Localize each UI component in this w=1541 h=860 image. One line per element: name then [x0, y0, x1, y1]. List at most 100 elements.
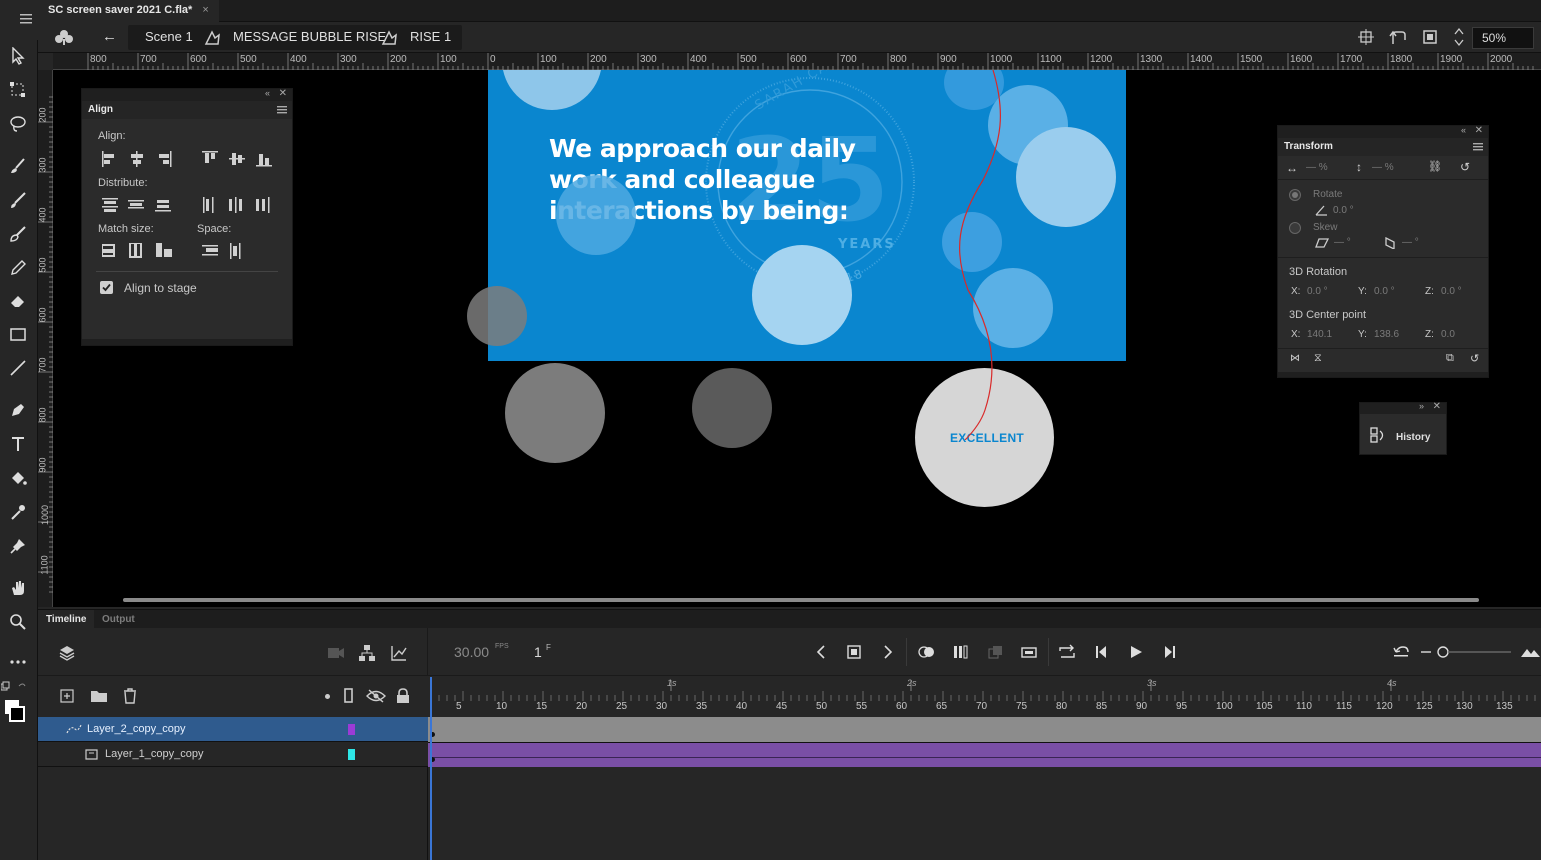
selection-tool[interactable]	[3, 42, 33, 70]
scene-switch-icon[interactable]	[54, 28, 74, 46]
breadcrumb-scene[interactable]: Scene 1	[145, 22, 193, 52]
frame-grid[interactable]	[428, 717, 1541, 860]
layer-row-selected[interactable]: Layer_2_copy_copy	[38, 717, 428, 742]
hand-tool[interactable]	[3, 574, 33, 602]
more-tools-button[interactable]	[3, 648, 33, 676]
align-to-stage-checkbox[interactable]	[100, 281, 113, 294]
pen-tool[interactable]	[3, 396, 33, 424]
step-back-icon[interactable]	[1094, 644, 1110, 660]
skew-h-value[interactable]: — °	[1334, 237, 1351, 248]
new-folder-icon[interactable]	[90, 689, 108, 703]
onion-skin-icon[interactable]	[917, 644, 937, 660]
duplicate-transform-icon[interactable]: ⧉	[1446, 352, 1454, 365]
pin-tool[interactable]	[3, 532, 33, 560]
fps-value[interactable]: 30.00	[454, 644, 489, 660]
layer-name[interactable]: Layer_2_copy_copy	[87, 717, 185, 741]
constrain-link-icon[interactable]: ⛓	[1428, 160, 1442, 173]
width-percent[interactable]: — %	[1306, 162, 1328, 173]
brush-tool[interactable]	[3, 152, 33, 180]
lasso-tool[interactable]	[3, 110, 33, 138]
layer-color-swatch[interactable]	[348, 749, 355, 760]
cp-z-value[interactable]: 0.0	[1441, 329, 1455, 340]
visibility-icon[interactable]	[366, 689, 386, 703]
match-space-buttons[interactable]	[102, 243, 262, 259]
skew-v-value[interactable]: — °	[1402, 237, 1419, 248]
layers-stack-icon[interactable]	[58, 644, 76, 662]
prev-keyframe-icon[interactable]	[814, 644, 828, 660]
classic-brush-tool[interactable]	[3, 186, 33, 214]
workspace-menu[interactable]	[0, 0, 38, 40]
frame-zoom-slider[interactable]	[1421, 645, 1521, 659]
back-button[interactable]: ←	[102, 22, 120, 52]
edit-multiple-frames-icon[interactable]	[987, 644, 1005, 660]
close-tab-icon[interactable]: ×	[202, 4, 208, 16]
reset-icon[interactable]: ↺	[1460, 160, 1470, 174]
zoom-tool[interactable]	[3, 608, 33, 636]
line-tool[interactable]	[3, 354, 33, 382]
graph-icon[interactable]	[390, 644, 408, 662]
snap-to-stage-icon[interactable]	[1358, 29, 1374, 45]
paint-bucket-tool[interactable]	[3, 464, 33, 492]
playhead[interactable]	[430, 677, 432, 860]
zoom-stepper-icon[interactable]	[1453, 25, 1465, 49]
panel-grip[interactable]: « ✕	[1278, 125, 1488, 138]
history-title[interactable]: History	[1396, 432, 1430, 443]
eyedropper-tool[interactable]	[3, 498, 33, 526]
stroke-fill-swatch-icon[interactable]	[1, 680, 35, 736]
panel-menu-icon[interactable]	[277, 106, 287, 114]
rot-x-value[interactable]: 0.0 °	[1307, 286, 1328, 297]
onion-skin-outline-icon[interactable]	[952, 644, 970, 660]
horizontal-scrollbar[interactable]	[123, 598, 1479, 602]
insert-keyframe-icon[interactable]	[846, 644, 862, 660]
zoom-field[interactable]: 50%	[1472, 27, 1534, 49]
panel-resize-grip[interactable]	[1278, 372, 1488, 377]
tab-timeline[interactable]: Timeline	[38, 610, 95, 629]
cp-x-value[interactable]: 140.1	[1307, 329, 1332, 340]
eraser-tool[interactable]	[3, 286, 33, 314]
rot-z-value[interactable]: 0.0 °	[1441, 286, 1462, 297]
frame-span-icon[interactable]	[1020, 644, 1038, 660]
breadcrumb-symbol-1[interactable]: MESSAGE BUBBLE RISE	[233, 22, 386, 52]
new-layer-icon[interactable]	[60, 689, 74, 703]
close-icon[interactable]: ✕	[279, 88, 287, 99]
fit-view-icon[interactable]	[1520, 646, 1541, 658]
rotate-stage-icon[interactable]	[1388, 28, 1408, 46]
layer-color-swatch[interactable]	[348, 724, 355, 735]
align-buttons[interactable]	[102, 151, 282, 167]
expand-icon[interactable]: »	[1419, 401, 1424, 411]
document-tab[interactable]: SC screen saver 2021 C.fla* ×	[38, 0, 219, 22]
layer-row[interactable]: Layer_1_copy_copy	[38, 742, 428, 767]
outline-toggle-icon[interactable]	[344, 688, 354, 704]
rotate-radio[interactable]	[1289, 189, 1301, 201]
play-icon[interactable]	[1128, 644, 1144, 660]
fluid-brush-tool[interactable]	[3, 220, 33, 248]
step-forward-icon[interactable]	[1161, 644, 1177, 660]
rectangle-tool[interactable]	[3, 320, 33, 348]
frame-span-layer-2[interactable]	[428, 717, 1541, 742]
collapse-icon[interactable]: «	[265, 88, 270, 98]
cp-y-value[interactable]: 138.6	[1374, 329, 1399, 340]
free-transform-tool[interactable]	[3, 76, 33, 104]
text-tool[interactable]	[3, 430, 33, 458]
parenting-icon[interactable]	[358, 644, 376, 662]
current-frame[interactable]: 1	[534, 644, 542, 660]
clip-content-icon[interactable]	[1422, 29, 1438, 45]
panel-resize-grip[interactable]	[82, 339, 292, 345]
rotate-value[interactable]: 0.0 °	[1333, 205, 1354, 216]
panel-menu-icon[interactable]	[1473, 143, 1483, 151]
panel-grip[interactable]: » ✕	[1360, 401, 1446, 414]
collapse-icon[interactable]: «	[1461, 125, 1466, 135]
lock-icon[interactable]	[396, 688, 410, 704]
tab-output[interactable]: Output	[94, 610, 143, 629]
next-keyframe-icon[interactable]	[881, 644, 895, 660]
pencil-tool[interactable]	[3, 254, 33, 282]
flip-horizontal-icon[interactable]: ⋈	[1290, 353, 1300, 364]
skew-radio[interactable]	[1289, 222, 1301, 234]
undo-view-icon[interactable]	[1392, 644, 1410, 660]
remove-transform-icon[interactable]: ↺	[1470, 352, 1479, 365]
close-icon[interactable]: ✕	[1433, 401, 1441, 412]
trash-icon[interactable]	[122, 688, 138, 704]
height-percent[interactable]: — %	[1372, 162, 1394, 173]
rot-y-value[interactable]: 0.0 °	[1374, 286, 1395, 297]
flip-vertical-icon[interactable]: ⧖	[1314, 352, 1322, 365]
